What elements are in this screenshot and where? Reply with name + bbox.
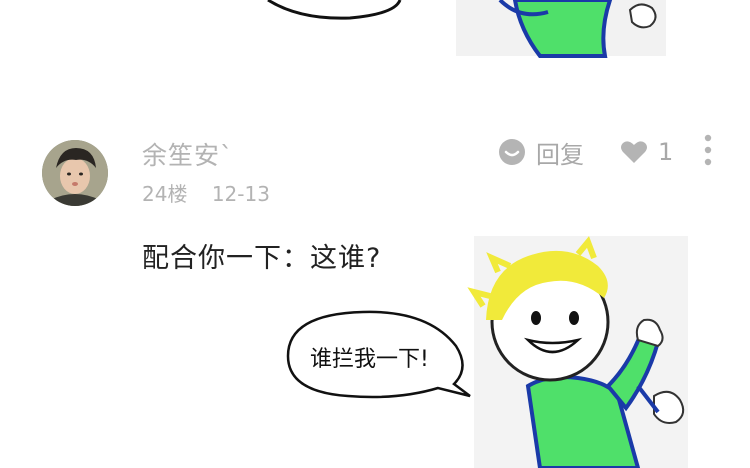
sticker-caption: 谁拦我一下!	[310, 347, 429, 372]
avatar-image	[42, 140, 108, 206]
post-date: 12-13	[211, 182, 270, 206]
reply-bubble-icon	[499, 139, 525, 165]
more-options-button[interactable]	[700, 132, 716, 172]
like-button[interactable]: 1	[620, 134, 673, 170]
username[interactable]: 余笙安`	[142, 136, 234, 172]
like-count: 1	[658, 138, 674, 166]
more-vertical-icon	[704, 134, 712, 166]
meme-sticker[interactable]: 谁拦我一下!	[278, 236, 698, 468]
previous-sticker-fragment	[267, 0, 666, 58]
post-meta: 24楼 12-13	[142, 178, 288, 207]
reply-button[interactable]: 回复	[498, 134, 584, 170]
avatar[interactable]	[42, 140, 108, 206]
reply-label: 回复	[536, 140, 584, 169]
heart-icon	[621, 141, 647, 163]
floor-number: 24楼	[142, 182, 188, 206]
